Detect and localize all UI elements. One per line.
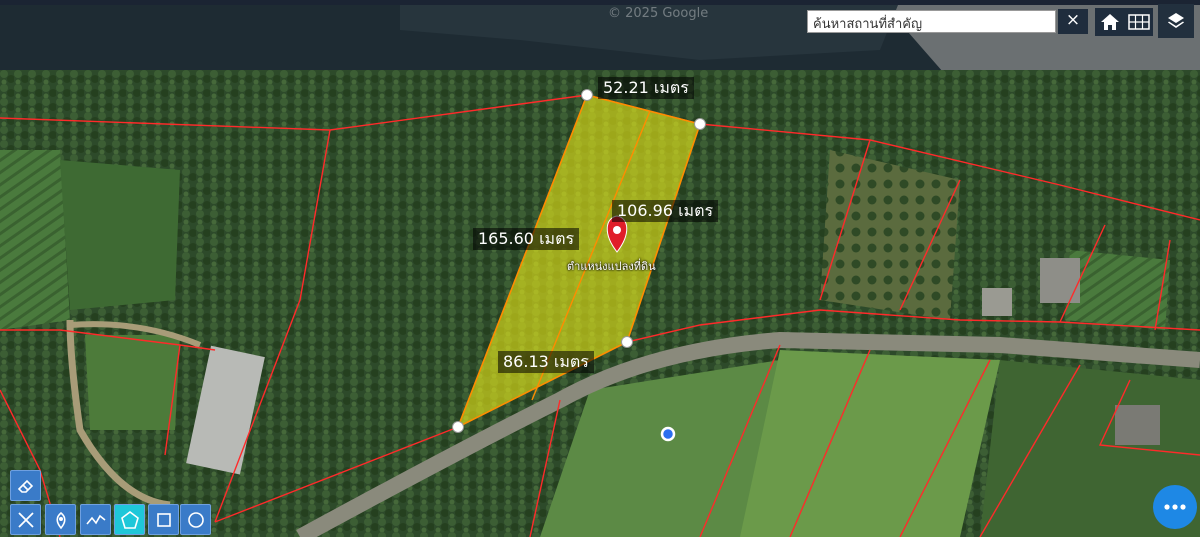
top-bar [0, 0, 1200, 5]
polyline-icon [85, 514, 105, 525]
grid-button[interactable] [1125, 8, 1153, 36]
vertex-handle-top-left[interactable] [581, 89, 593, 101]
vertex-handle-bottom-right[interactable] [621, 336, 633, 348]
current-location-dot[interactable] [660, 426, 676, 442]
building-right-2 [982, 288, 1012, 316]
vertex-handle-bottom-left[interactable] [452, 421, 464, 433]
rectangle-tool-button[interactable] [148, 504, 179, 535]
circle-icon [187, 511, 204, 528]
field-bottom-left [85, 335, 180, 430]
measurement-label-top: 52.21 เมตร [598, 77, 694, 99]
polygon-icon [120, 510, 139, 529]
more-icon [1164, 504, 1186, 510]
circle-tool-button[interactable] [180, 504, 211, 535]
search-close-button[interactable]: × [1058, 9, 1088, 34]
measurement-label-left: 165.60 เมตร [473, 228, 580, 250]
field-left [0, 150, 70, 330]
vertex-handle-top-right[interactable] [694, 118, 706, 130]
field-right-green [1065, 250, 1170, 330]
tools-icon [17, 511, 34, 528]
polygon-tool-button[interactable] [114, 504, 145, 535]
grid-icon [1128, 14, 1150, 30]
search-input[interactable]: ค้นหาสถานที่สำคัญ [807, 10, 1056, 33]
map-watermark: © 2025 Google [608, 6, 709, 21]
marker-tool-button[interactable] [45, 504, 76, 535]
field-left-2 [60, 160, 180, 310]
rectangle-icon [156, 512, 171, 527]
eraser-tool-button[interactable] [10, 470, 41, 501]
home-icon [1101, 14, 1119, 30]
measurement-label-right: 106.96 เมตร [612, 200, 719, 222]
field-bottom-center [740, 350, 1000, 537]
layers-icon [1168, 13, 1184, 28]
layers-button[interactable] [1158, 4, 1194, 38]
pin-label: ตำแหน่งแปลงที่ดิน [567, 260, 656, 273]
eraser-icon [17, 479, 33, 493]
pin-icon [55, 511, 66, 529]
building-right-1 [1040, 258, 1080, 303]
measure-tool-button[interactable] [10, 504, 41, 535]
building-far-right [1115, 405, 1160, 445]
polyline-tool-button[interactable] [80, 504, 111, 535]
measurement-label-bottom: 86.13 เมตร [498, 351, 594, 373]
more-options-button[interactable] [1153, 485, 1197, 529]
home-button[interactable] [1095, 8, 1125, 36]
